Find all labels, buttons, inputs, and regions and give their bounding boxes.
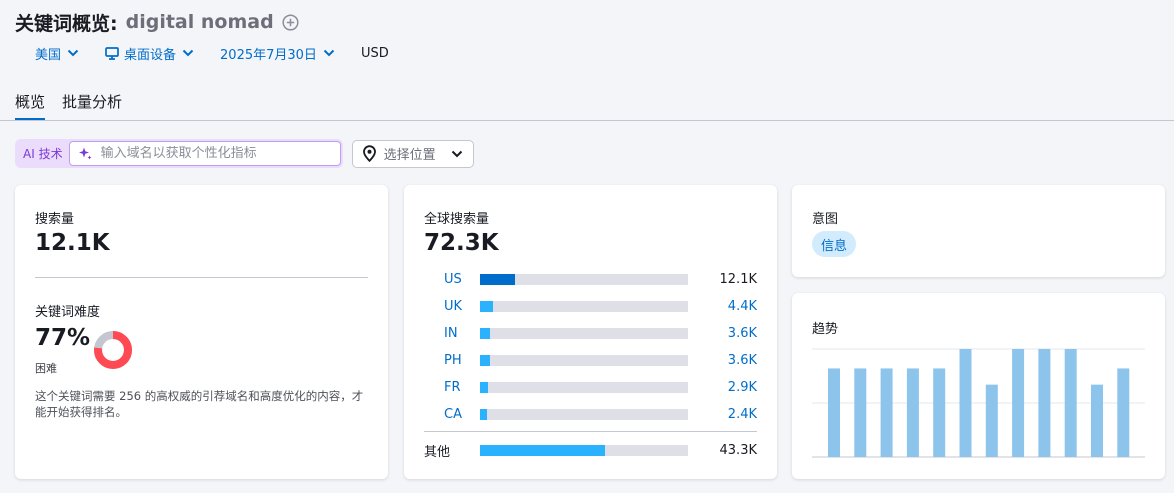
country-row-fr[interactable]: FR 2.9K xyxy=(424,377,757,397)
country-bar-track xyxy=(480,327,688,339)
search-volume-card: 搜索量 12.1K 关键词难度 77% 困难 这个关键词需要 256 的高权威的… xyxy=(15,185,388,479)
trend-bar[interactable] xyxy=(828,368,840,457)
chevron-down-icon xyxy=(323,49,335,57)
trend-chart xyxy=(812,348,1145,458)
keyword-difficulty-label: 关键词难度 xyxy=(35,305,101,320)
country-row-ca[interactable]: CA 2.4K xyxy=(424,404,757,424)
desktop-icon xyxy=(105,46,119,60)
trend-bar[interactable] xyxy=(985,384,998,457)
country-value[interactable]: 3.6K xyxy=(728,326,757,341)
trend-bar[interactable] xyxy=(1064,349,1077,457)
country-code[interactable]: IN xyxy=(424,326,480,341)
trend-bar[interactable] xyxy=(906,368,919,457)
country-code[interactable]: PH xyxy=(424,353,480,368)
country-bar-track xyxy=(480,300,688,312)
plus-circle-icon[interactable] xyxy=(282,13,299,31)
country-code[interactable]: UK xyxy=(424,299,480,314)
country-bar-fill xyxy=(480,381,488,393)
country-label: 美国 xyxy=(35,47,62,63)
domain-input[interactable] xyxy=(100,146,331,161)
country-bar-track xyxy=(480,354,688,366)
country-code: 其他 xyxy=(424,444,451,460)
country-bar-track xyxy=(480,381,688,393)
country-bar-fill xyxy=(480,444,605,456)
country-row-us[interactable]: US 12.1K xyxy=(424,269,757,289)
global-volume-label: 全球搜索量 xyxy=(424,212,490,227)
sparkle-icon xyxy=(78,146,93,161)
chevron-down-icon xyxy=(451,150,463,158)
country-bar-track xyxy=(480,408,688,420)
tab-divider xyxy=(0,120,1174,121)
date-label: 2025年7月30日 xyxy=(220,47,317,63)
trend-label: 趋势 xyxy=(812,322,839,337)
keyword-difficulty-value: 77% xyxy=(35,325,91,351)
global-volume-card: 全球搜索量 72.3K US 12.1K UK 4.4K IN 3.6K PH 3.6K FR 2… xyxy=(404,185,777,479)
map-pin-icon xyxy=(362,145,377,162)
country-row-uk[interactable]: UK 4.4K xyxy=(424,296,757,316)
trend-bar[interactable] xyxy=(959,349,972,457)
device-label: 桌面设备 xyxy=(124,47,177,63)
ai-input-wrapper xyxy=(68,141,341,166)
country-bar-track xyxy=(480,273,688,285)
search-volume-value: 12.1K xyxy=(35,230,110,256)
country-value[interactable]: 2.4K xyxy=(728,407,757,422)
keyword-difficulty-level: 困难 xyxy=(35,362,57,375)
country-value[interactable]: 4.4K xyxy=(728,299,757,314)
country-row-other: 其他 43.3K xyxy=(424,440,757,460)
keyword-title: digital nomad xyxy=(125,11,274,33)
country-bar-fill xyxy=(480,408,487,420)
country-code[interactable]: US xyxy=(424,272,480,287)
location-selector[interactable]: 选择位置 xyxy=(351,139,474,168)
currency-label: USD xyxy=(360,45,389,61)
tab-overview[interactable]: 概览 xyxy=(15,88,46,121)
country-value: 43.3K xyxy=(719,442,757,458)
trend-bar[interactable] xyxy=(1038,349,1051,457)
device-selector[interactable]: 桌面设备 xyxy=(105,44,194,63)
ai-toolbar: AI 技术 选择位置 xyxy=(15,139,474,168)
country-bar-track xyxy=(480,444,688,456)
chevron-down-icon xyxy=(67,49,79,57)
ai-badge: AI 技术 xyxy=(23,147,63,161)
intent-label: 意图 xyxy=(812,212,839,227)
trend-bar[interactable] xyxy=(880,368,893,457)
filter-bar: 美国 桌面设备 2025年7月30日 USD xyxy=(35,43,389,63)
date-selector[interactable]: 2025年7月30日 xyxy=(220,44,335,63)
trend-bar[interactable] xyxy=(854,368,867,457)
tab-bulk-analysis[interactable]: 批量分析 xyxy=(62,88,122,121)
country-bar-fill xyxy=(480,327,490,339)
country-row-ph[interactable]: PH 3.6K xyxy=(424,350,757,370)
country-value: 12.1K xyxy=(719,271,757,287)
tab-bar: 概览 批量分析 xyxy=(15,88,139,121)
country-value[interactable]: 3.6K xyxy=(728,353,757,368)
trend-bar[interactable] xyxy=(1091,384,1103,457)
keyword-difficulty-description: 这个关键词需要 256 的高权威的引荐域名和高度优化的内容，才能开始获得排名。 xyxy=(35,389,364,419)
global-volume-value: 72.3K xyxy=(424,230,499,256)
page-title-prefix: 关键词概览: xyxy=(15,12,118,35)
card-divider xyxy=(35,277,368,278)
intent-badge: 信息 xyxy=(812,231,857,257)
country-code[interactable]: FR xyxy=(424,380,480,395)
country-bar-fill xyxy=(480,273,515,285)
trend-bar[interactable] xyxy=(933,368,946,457)
country-value[interactable]: 2.9K xyxy=(728,380,757,395)
country-bar-fill xyxy=(480,300,493,312)
country-separator xyxy=(424,431,757,432)
country-code[interactable]: CA xyxy=(424,407,480,422)
trend-card: 趋势 xyxy=(792,293,1165,479)
search-volume-label: 搜索量 xyxy=(35,212,75,227)
country-selector[interactable]: 美国 xyxy=(35,44,79,63)
chevron-down-icon xyxy=(182,49,194,57)
trend-bar[interactable] xyxy=(1117,368,1130,457)
intent-card: 意图 信息 xyxy=(792,185,1165,277)
location-label: 选择位置 xyxy=(383,148,436,163)
difficulty-donut xyxy=(94,331,132,369)
ai-domain-box: AI 技术 xyxy=(15,139,343,168)
country-bar-fill xyxy=(480,354,490,366)
trend-bar[interactable] xyxy=(1012,349,1025,457)
country-row-in[interactable]: IN 3.6K xyxy=(424,323,757,343)
page-title: 关键词概览: digital nomad xyxy=(15,9,299,35)
